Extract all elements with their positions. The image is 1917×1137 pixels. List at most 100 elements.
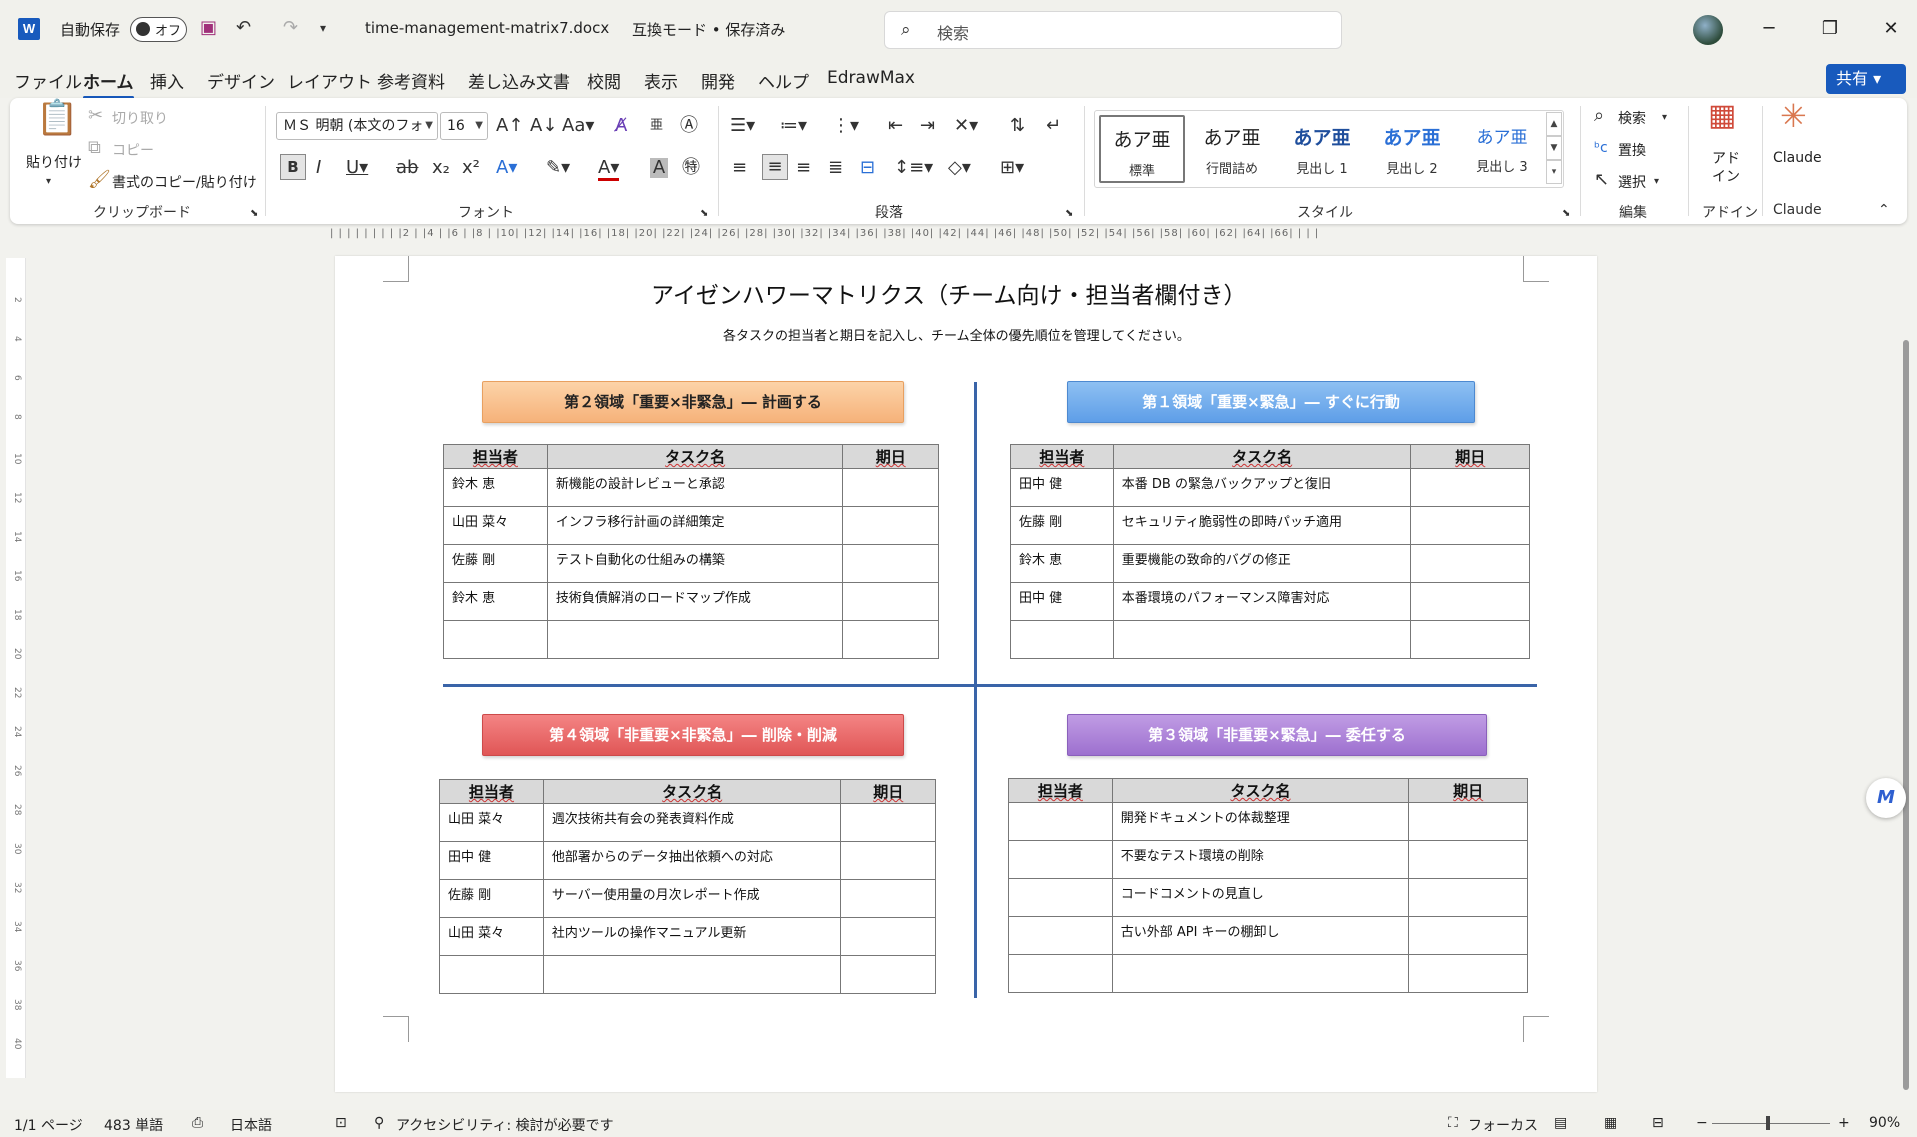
style-no-spacing[interactable]: あア亜 行間詰め	[1189, 115, 1275, 183]
due-cell[interactable]	[840, 879, 936, 918]
owner-cell[interactable]: 佐藤 剛	[439, 879, 544, 918]
undo-icon[interactable]: ↶	[236, 18, 251, 38]
owner-cell[interactable]	[1008, 954, 1113, 993]
owner-cell[interactable]: 鈴木 恵	[1010, 544, 1114, 583]
due-cell[interactable]	[840, 955, 936, 994]
addins-button[interactable]: アド イン	[1712, 150, 1740, 186]
chevron-down-icon[interactable]: ▾	[1654, 172, 1659, 192]
find-button[interactable]: 検索	[1618, 108, 1646, 128]
zoom-slider-thumb[interactable]	[1766, 1116, 1770, 1130]
tab-mailings[interactable]: 差し込み文書	[468, 68, 570, 93]
due-cell[interactable]	[842, 582, 939, 621]
quadrant-2-header[interactable]: 第２領域「重要×非緊急」― 計画する	[482, 381, 904, 423]
chevron-up-icon[interactable]: ▲	[1546, 112, 1562, 136]
due-cell[interactable]	[1408, 840, 1528, 879]
owner-cell[interactable]: 佐藤 剛	[1010, 506, 1114, 545]
due-cell[interactable]	[842, 620, 939, 659]
owner-header[interactable]: 担当者	[443, 444, 548, 469]
user-avatar[interactable]	[1693, 15, 1723, 45]
style-normal[interactable]: あア亜 標準	[1099, 115, 1185, 183]
due-header[interactable]: 期日	[840, 779, 936, 804]
bullets-icon[interactable]: ☰▾	[730, 116, 755, 136]
due-cell[interactable]	[1410, 544, 1530, 583]
customize-qat-icon[interactable]: ▾	[320, 18, 326, 38]
task-cell[interactable]: 開発ドキュメントの体裁整理	[1111, 802, 1410, 841]
due-cell[interactable]	[840, 841, 936, 880]
close-button[interactable]: ✕	[1876, 14, 1906, 44]
tab-review[interactable]: 校閲	[587, 68, 621, 93]
owner-header[interactable]: 担当者	[1010, 444, 1114, 469]
due-cell[interactable]	[840, 917, 936, 956]
document-subtitle[interactable]: 各タスクの担当者と期日を記入し、チーム全体の優先順位を管理してください。	[723, 325, 1190, 344]
chevron-down-icon[interactable]: ▼	[1546, 136, 1562, 160]
task-cell[interactable]: セキュリティ脆弱性の即時パッチ適用	[1112, 506, 1412, 545]
task-cell[interactable]: 不要なテスト環境の削除	[1111, 840, 1410, 879]
task-cell[interactable]	[1111, 954, 1410, 993]
quadrant-4-header[interactable]: 第４領域「非重要×非緊急」― 削除・削減	[482, 714, 904, 756]
bold-icon[interactable]: B	[280, 154, 306, 180]
claude-icon[interactable]: ✳	[1780, 100, 1807, 132]
minimize-button[interactable]: ─	[1754, 14, 1784, 44]
due-cell[interactable]	[1410, 468, 1530, 507]
owner-cell[interactable]	[439, 955, 544, 994]
macro-icon[interactable]: ⊡	[335, 1115, 347, 1131]
due-cell[interactable]	[842, 468, 939, 507]
task-cell[interactable]: 新機能の設計レビューと承認	[546, 468, 844, 507]
word-count[interactable]: 483 単語	[104, 1115, 163, 1135]
vertical-scrollbar[interactable]	[1901, 256, 1911, 1096]
due-cell[interactable]	[1408, 916, 1528, 955]
phonetic-guide-icon[interactable]: 亜	[650, 116, 663, 136]
paste-icon[interactable]: 📋	[36, 101, 78, 135]
due-cell[interactable]	[840, 803, 936, 842]
distributed-icon[interactable]: ⊟	[860, 158, 875, 178]
highlight-icon[interactable]: ✎▾	[546, 158, 570, 178]
style-heading-1[interactable]: あア亜 見出し 1	[1279, 115, 1365, 183]
format-painter-icon[interactable]: 🖌	[88, 170, 111, 190]
increase-indent-icon[interactable]: ⇥	[920, 116, 935, 136]
font-name-combo[interactable]: ＭＳ 明朝 (本文のフォ ▼	[276, 112, 438, 140]
restore-button[interactable]: ❐	[1815, 14, 1845, 44]
vertical-ruler[interactable]: 2 4 6 8 10 12 14 16 18 20 22 24 26 28 30 32 34 36 38 40	[6, 258, 26, 1078]
task-header[interactable]: タスク名	[1112, 444, 1412, 469]
document-title[interactable]: アイゼンハワーマトリクス（チーム向け・担当者欄付き）	[651, 276, 1246, 310]
addins-icon[interactable]: ▦	[1708, 101, 1736, 131]
font-color-icon[interactable]: A▾	[598, 158, 620, 181]
owner-cell[interactable]	[1008, 840, 1113, 879]
more-styles-icon[interactable]: ▾	[1546, 160, 1562, 184]
task-header[interactable]: タスク名	[1111, 778, 1410, 803]
quadrant-3-header[interactable]: 第３領域「非重要×緊急」― 委任する	[1067, 714, 1487, 756]
task-cell[interactable]: 本番 DB の緊急バックアップと復旧	[1112, 468, 1412, 507]
find-icon[interactable]: ⌕	[1594, 106, 1604, 126]
task-cell[interactable]: 社内ツールの操作マニュアル更新	[542, 917, 842, 956]
justify-icon[interactable]: ≣	[828, 158, 843, 178]
focus-mode-button[interactable]: フォーカス	[1468, 1115, 1538, 1135]
task-cell[interactable]	[542, 955, 842, 994]
align-center-icon[interactable]: ≡	[762, 154, 788, 180]
borders-icon[interactable]: ⊞▾	[1000, 158, 1024, 178]
due-cell[interactable]	[1410, 620, 1530, 659]
owner-cell[interactable]	[1008, 878, 1113, 917]
zoom-in-icon[interactable]: +	[1838, 1115, 1850, 1131]
due-cell[interactable]	[1410, 582, 1530, 621]
task-cell[interactable]	[1112, 620, 1412, 659]
style-heading-3[interactable]: あア亜 見出し 3	[1459, 115, 1545, 183]
character-border-icon[interactable]: Ⓐ	[680, 116, 698, 136]
strikethrough-icon[interactable]: ab	[396, 158, 418, 178]
share-button[interactable]: 共有 ▾	[1826, 64, 1906, 94]
replace-icon[interactable]: ᵇc	[1594, 138, 1608, 158]
character-shading-icon[interactable]: A	[650, 158, 668, 178]
shrink-font-icon[interactable]: A↓	[530, 116, 557, 136]
task-cell[interactable]: 週次技術共有会の発表資料作成	[542, 803, 842, 842]
due-cell[interactable]	[1408, 954, 1528, 993]
tab-view[interactable]: 表示	[644, 68, 678, 93]
format-painter-button[interactable]: 書式のコピー/貼り付け	[112, 172, 257, 192]
numbering-icon[interactable]: ≔▾	[780, 116, 807, 136]
due-cell[interactable]	[1408, 802, 1528, 841]
task-cell[interactable]: 古い外部 API キーの棚卸し	[1111, 916, 1410, 955]
owner-cell[interactable]: 鈴木 恵	[443, 468, 548, 507]
replace-button[interactable]: 置換	[1618, 140, 1646, 160]
clipboard-launcher-icon[interactable]: ⬊	[250, 204, 258, 224]
zoom-out-icon[interactable]: −	[1696, 1115, 1708, 1131]
save-icon[interactable]: ▣	[200, 18, 217, 38]
read-mode-icon[interactable]: ▤	[1554, 1115, 1567, 1131]
